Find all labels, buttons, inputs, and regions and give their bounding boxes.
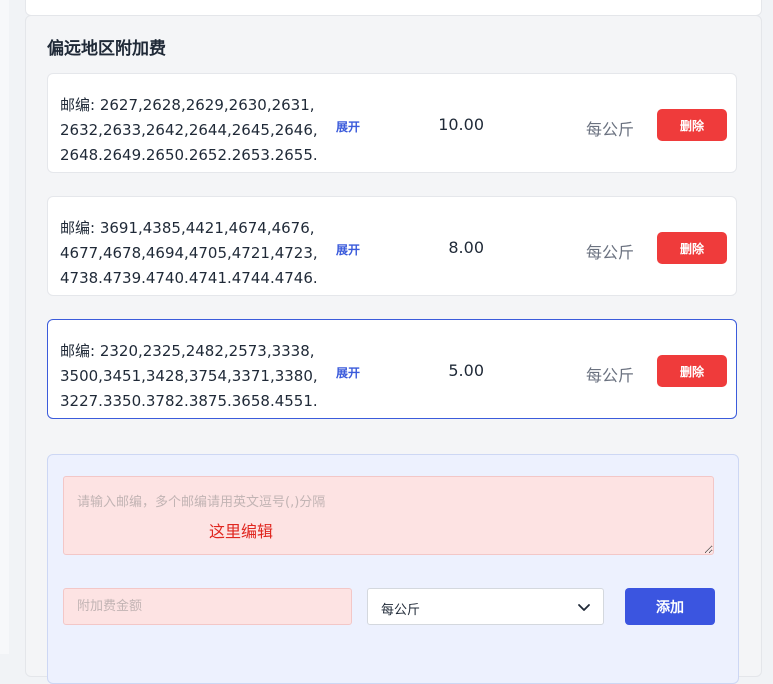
unit-select-value: 每公斤 — [381, 603, 421, 618]
expand-link[interactable]: 展开 — [336, 118, 360, 135]
rule-postcodes: 邮编: 2320,2325,2482,2573,3338,3500,3451,3… — [60, 342, 318, 410]
add-surcharge-form: 这里编辑 每公斤 添加 — [47, 454, 739, 684]
rule-amount: 8.00 — [448, 238, 484, 257]
add-button[interactable]: 添加 — [625, 588, 715, 625]
chevron-down-icon — [578, 604, 590, 611]
unit-select[interactable]: 每公斤 — [367, 588, 604, 625]
rule-unit: 每公斤 — [585, 120, 634, 139]
edit-hint: 这里编辑 — [209, 522, 274, 541]
section-title: 偏远地区附加费 — [47, 39, 166, 59]
expand-link[interactable]: 展开 — [336, 364, 360, 381]
rule-amount: 10.00 — [438, 115, 484, 134]
rule-postcodes: 邮编: 3691,4385,4421,4674,4676,4677,4678,4… — [60, 219, 318, 287]
left-edge — [0, 0, 9, 654]
rule-amount: 5.00 — [448, 361, 484, 380]
delete-button[interactable]: 删除 — [657, 109, 727, 141]
surcharge-rule-row: 邮编: 2627,2628,2629,2630,2631,2632,2633,2… — [47, 73, 737, 173]
rule-unit: 每公斤 — [585, 366, 634, 385]
surcharge-rule-row: 邮编: 3691,4385,4421,4674,4676,4677,4678,4… — [47, 196, 737, 296]
surcharge-amount-input[interactable] — [63, 588, 352, 625]
delete-button[interactable]: 删除 — [657, 232, 727, 264]
delete-button[interactable]: 删除 — [657, 355, 727, 387]
rule-postcodes: 邮编: 2627,2628,2629,2630,2631,2632,2633,2… — [60, 96, 318, 164]
rule-unit: 每公斤 — [585, 243, 634, 262]
surcharge-rule-row: 邮编: 2320,2325,2482,2573,3338,3500,3451,3… — [47, 319, 737, 419]
postcode-input[interactable] — [63, 476, 714, 555]
previous-panel — [25, 0, 762, 16]
expand-link[interactable]: 展开 — [336, 241, 360, 258]
